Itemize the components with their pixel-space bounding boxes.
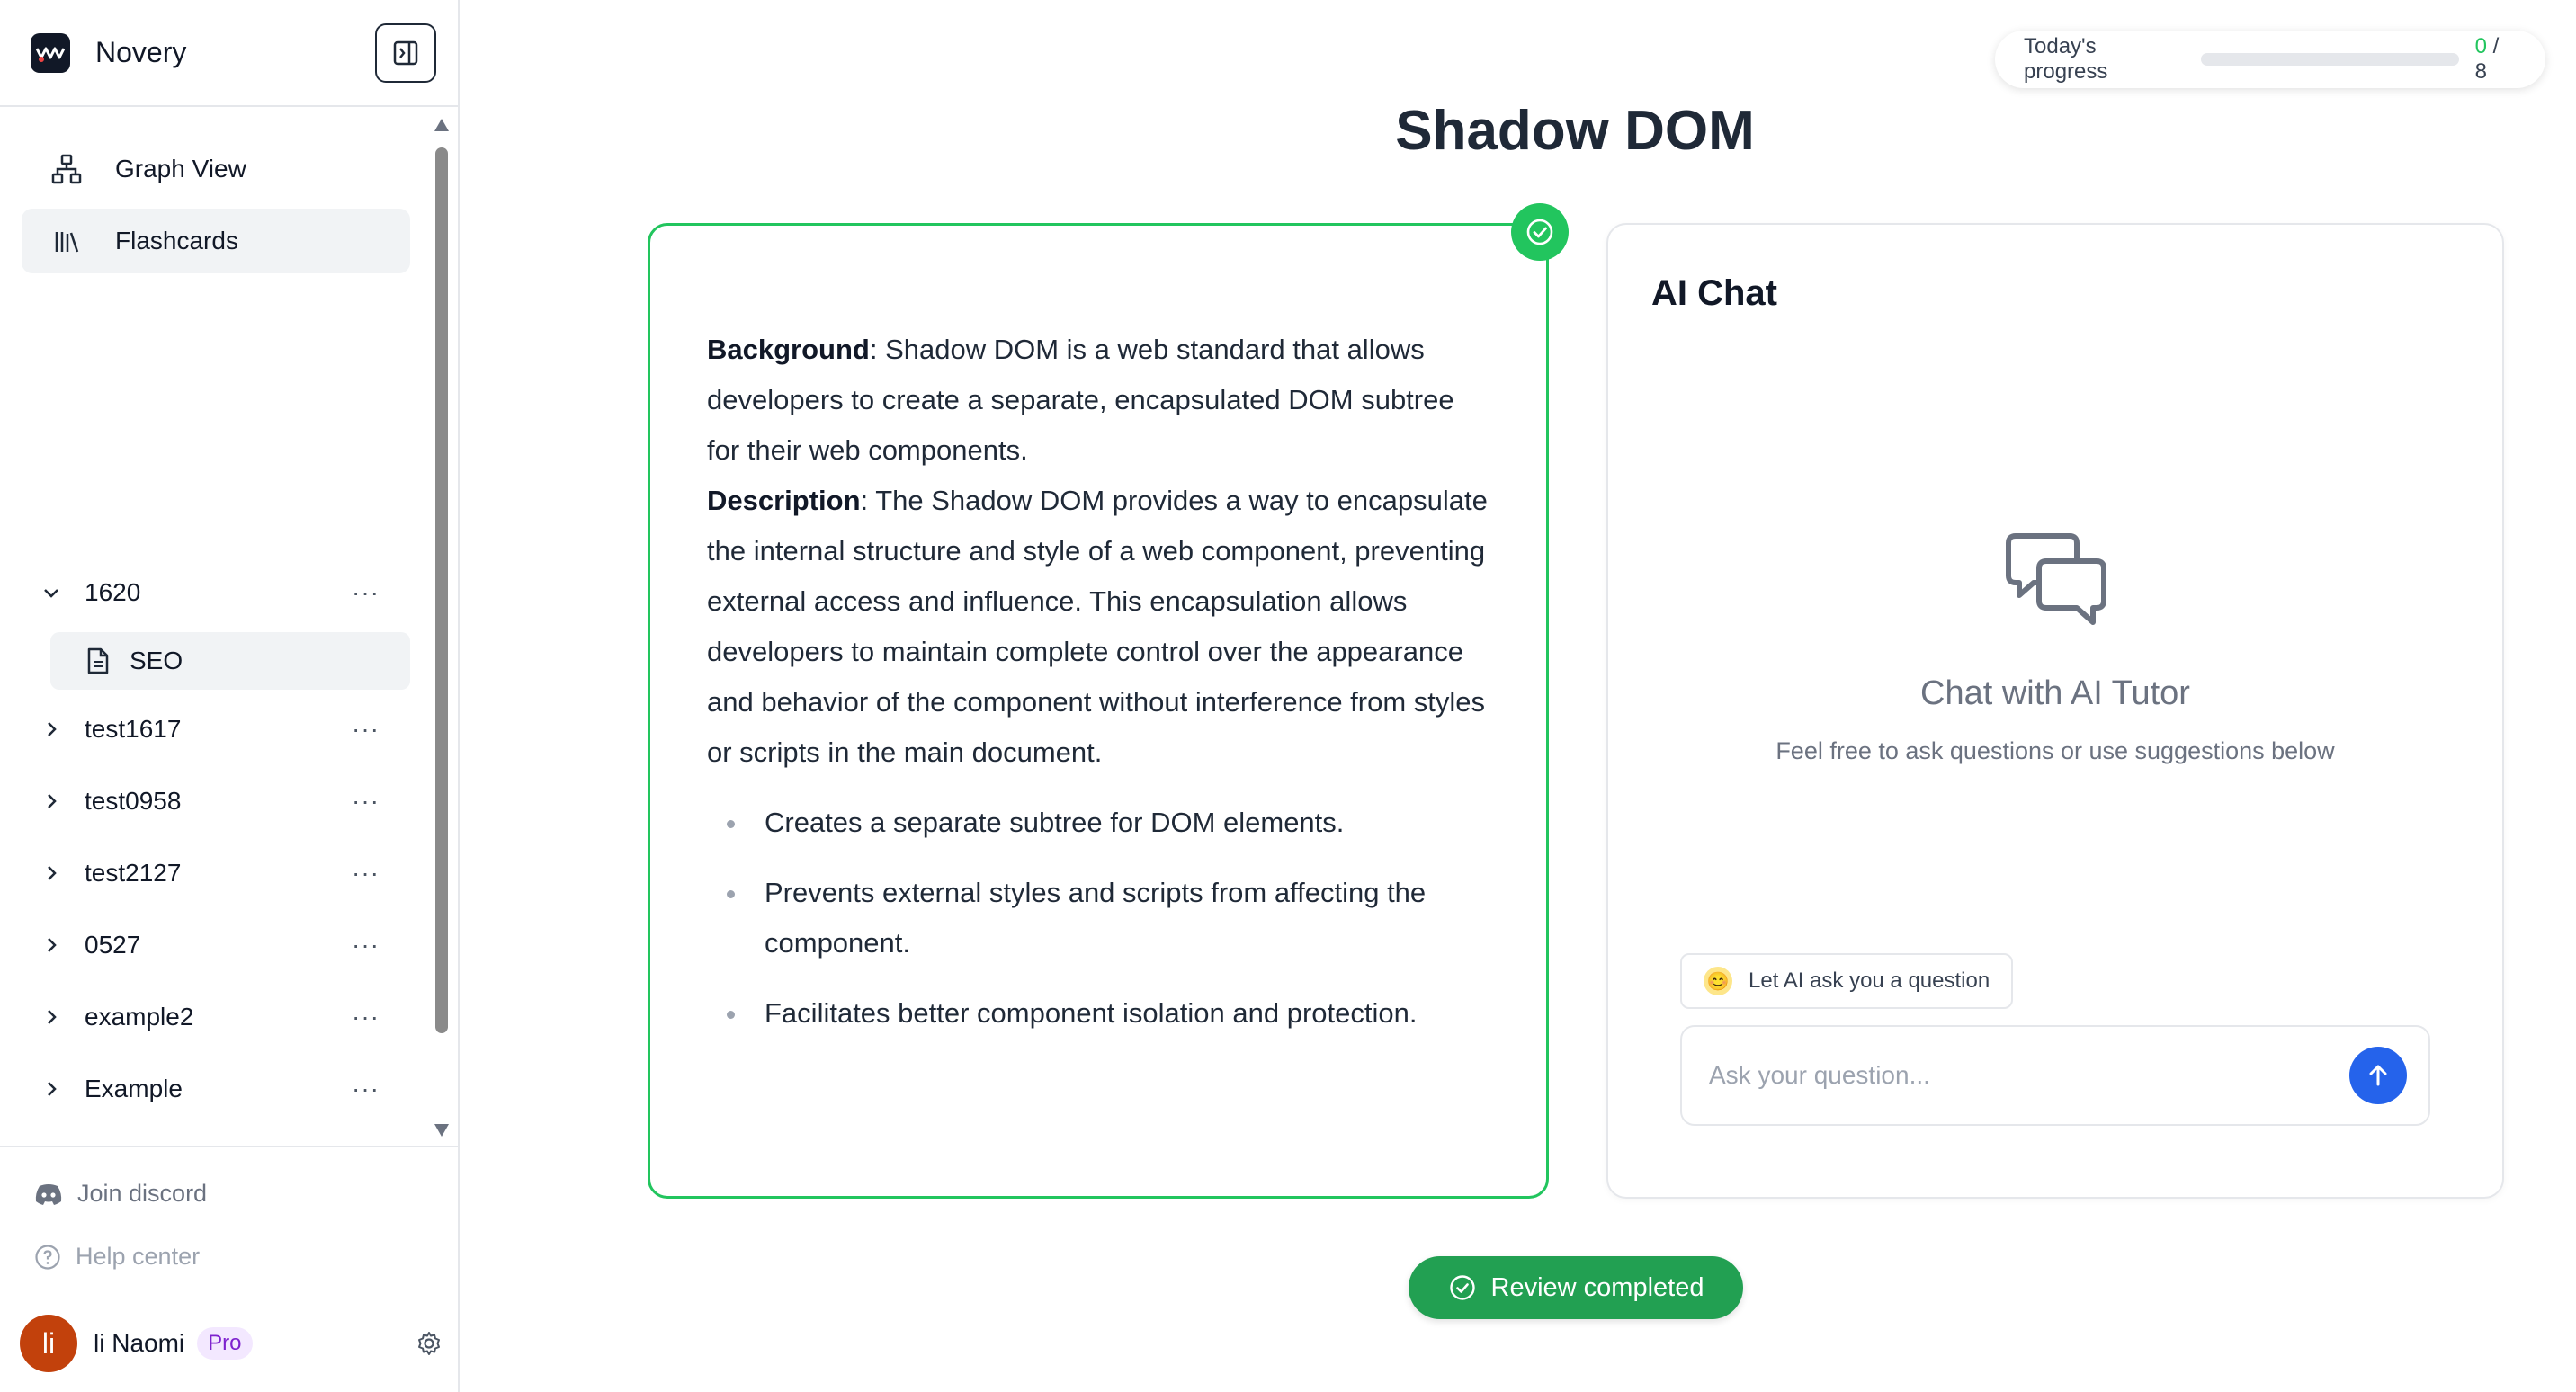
page-title: Shadow DOM xyxy=(1395,100,1755,162)
join-discord-link[interactable]: Join discord xyxy=(34,1180,207,1208)
help-center-label: Help center xyxy=(76,1243,201,1270)
check-circle-icon xyxy=(1448,1273,1477,1302)
review-completed-button[interactable]: Review completed xyxy=(1409,1256,1743,1319)
suggestion-chip[interactable]: 😊 Let AI ask you a question xyxy=(1680,953,2014,1009)
sidebar-header: Novery xyxy=(0,0,458,107)
tree-folder-example2[interactable]: example2 ··· xyxy=(40,992,399,1042)
check-circle-icon xyxy=(1511,203,1569,261)
review-completed-label: Review completed xyxy=(1490,1272,1704,1302)
chat-input[interactable] xyxy=(1709,1061,2349,1090)
chat-title: AI Chat xyxy=(1651,273,1777,313)
tree-folder-label: 1620 xyxy=(85,578,141,606)
arrow-up-icon xyxy=(2369,1065,2387,1086)
collapse-sidebar-button[interactable] xyxy=(375,22,436,83)
tree-folder-example[interactable]: Example ··· xyxy=(40,1064,399,1114)
todays-progress: Today's progress 0 / 8 xyxy=(1995,31,2545,88)
ai-chat-panel: AI Chat Chat with AI Tutor Feel free to … xyxy=(1606,223,2504,1199)
tree-folder-test2127[interactable]: test2127 ··· xyxy=(40,848,399,898)
progress-done: 0 xyxy=(2474,34,2487,58)
app-name: Novery xyxy=(95,36,187,68)
more-options-icon[interactable]: ··· xyxy=(352,580,380,605)
chevron-right-icon[interactable] xyxy=(40,1005,63,1029)
more-options-icon[interactable]: ··· xyxy=(352,861,380,886)
description-label: Description xyxy=(707,485,861,516)
list-item: Facilitates better component isolation a… xyxy=(707,988,1492,1039)
chat-input-box xyxy=(1680,1025,2430,1126)
more-options-icon[interactable]: ··· xyxy=(352,717,380,742)
progress-bar xyxy=(2201,53,2459,66)
card-content: Background: Shadow DOM is a web standard… xyxy=(707,325,1492,778)
tree-item-label: SEO xyxy=(130,647,183,674)
nav-flashcards[interactable]: Flashcards xyxy=(22,209,410,273)
chat-subheading: Feel free to ask questions or use sugges… xyxy=(1775,737,2335,764)
tree-folder-label: Example xyxy=(85,1075,183,1102)
more-options-icon[interactable]: ··· xyxy=(352,1076,380,1102)
progress-label: Today's progress xyxy=(2024,34,2108,84)
tree-folder-test0958[interactable]: test0958 ··· xyxy=(40,776,399,826)
gear-icon[interactable] xyxy=(416,1330,443,1357)
progress-count: 0 / 8 xyxy=(2475,34,2517,85)
more-options-icon[interactable]: ··· xyxy=(352,1004,380,1030)
help-center-link[interactable]: Help center xyxy=(34,1243,200,1271)
more-options-icon[interactable]: ··· xyxy=(352,932,380,958)
plan-badge: Pro xyxy=(197,1327,253,1360)
tree-folder-0527[interactable]: 0527 ··· xyxy=(40,920,399,970)
help-circle-icon xyxy=(34,1244,61,1271)
key-points-list: Creates a separate subtree for DOM eleme… xyxy=(707,798,1492,1039)
nav-label: Flashcards xyxy=(115,227,238,254)
tree-folder-label: example2 xyxy=(85,1003,194,1031)
chevron-right-icon[interactable] xyxy=(40,1077,63,1101)
chevron-down-icon[interactable] xyxy=(40,581,63,604)
background-label: Background xyxy=(707,334,870,365)
flashcard[interactable]: Background: Shadow DOM is a web standard… xyxy=(648,223,1549,1199)
chevron-right-icon[interactable] xyxy=(40,933,63,957)
tree-folder-label: test0958 xyxy=(85,787,182,815)
sidebar-toggle-icon xyxy=(393,40,418,65)
tree-folder-label: test2127 xyxy=(85,859,182,887)
user-name: li Naomi xyxy=(94,1329,185,1357)
document-icon xyxy=(86,647,110,674)
sidebar-footer: Join discord Help center li li Naomi Pro xyxy=(0,1146,458,1392)
avatar[interactable]: li xyxy=(20,1315,77,1372)
sidebar-scrollbar[interactable] xyxy=(432,115,452,1140)
list-item: Prevents external styles and scripts fro… xyxy=(707,868,1492,968)
tree-folder-test1617[interactable]: test1617 ··· xyxy=(40,704,399,754)
suggestion-label: Let AI ask you a question xyxy=(1749,968,1990,993)
tree-folder-label: 0527 xyxy=(85,931,141,959)
join-discord-label: Join discord xyxy=(77,1180,208,1207)
library-icon xyxy=(49,223,85,259)
app-logo-icon[interactable] xyxy=(31,32,70,73)
scroll-down-arrow-icon[interactable] xyxy=(434,1124,449,1137)
chevron-right-icon[interactable] xyxy=(40,718,63,741)
discord-icon xyxy=(34,1182,63,1206)
tree-folder-1620[interactable]: 1620 ··· xyxy=(40,567,399,618)
send-button[interactable] xyxy=(2349,1047,2407,1104)
tree-item-seo[interactable]: SEO xyxy=(50,632,410,690)
description-text: : The Shadow DOM provides a way to encap… xyxy=(707,485,1488,768)
tree-folder-label: test1617 xyxy=(85,715,182,743)
chevron-right-icon[interactable] xyxy=(40,861,63,885)
list-item: Creates a separate subtree for DOM eleme… xyxy=(707,798,1492,848)
smile-emoji-icon: 😊 xyxy=(1704,967,1732,995)
progress-total: 8 xyxy=(2474,59,2487,84)
more-options-icon[interactable]: ··· xyxy=(352,789,380,814)
progress-separator: / xyxy=(2486,34,2500,58)
chat-heading: Chat with AI Tutor xyxy=(1920,674,2190,712)
chevron-right-icon[interactable] xyxy=(40,790,63,813)
chat-bubbles-icon xyxy=(2003,531,2111,634)
scroll-thumb[interactable] xyxy=(435,147,448,1033)
sidebar: Novery Graph View Flashcards 1620 ··· SE… xyxy=(0,0,460,1392)
user-profile[interactable]: li li Naomi Pro xyxy=(20,1315,443,1372)
